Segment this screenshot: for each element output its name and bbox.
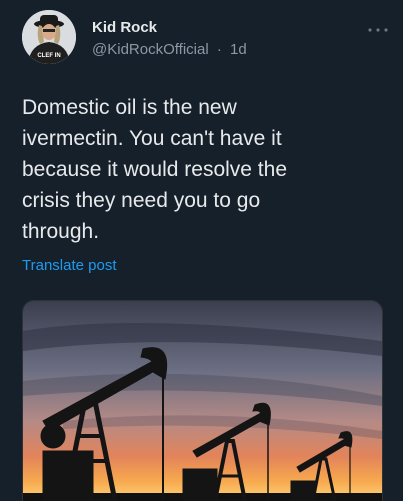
avatar-shirt-text: CLEF IN [37,53,60,59]
author-meta: @KidRockOfficial · 1d [92,41,247,58]
tweet-text: Domestic oil is the new ivermectin. You … [22,96,287,243]
avatar-image: CLEF IN [22,10,76,64]
oil-pumpjacks-sunset-image [23,301,382,501]
author-handle[interactable]: @KidRockOfficial [92,41,209,58]
tweet-media-image[interactable] [22,300,383,501]
author-name[interactable]: Kid Rock [92,19,157,36]
avatar[interactable]: CLEF IN [22,10,76,64]
translate-post-link[interactable]: Translate post [22,257,117,274]
tweet-header: CLEF IN Kid Rock @KidRockOfficial · 1d [0,0,403,80]
meta-separator: · [216,41,222,58]
more-horizontal-icon[interactable] [367,22,389,36]
timestamp[interactable]: 1d [230,41,247,58]
